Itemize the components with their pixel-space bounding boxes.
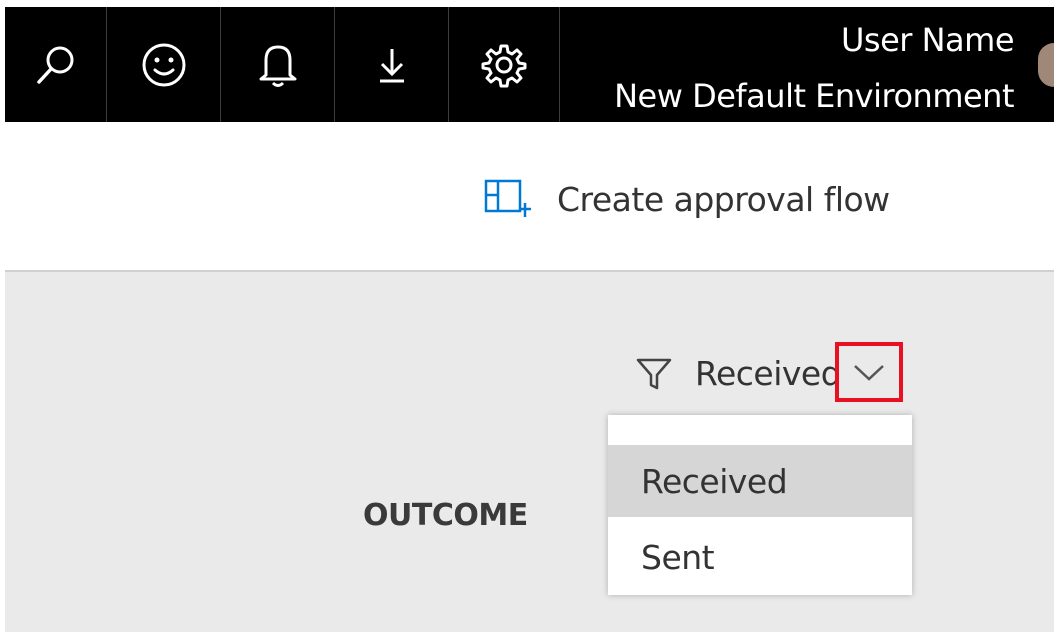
- dropdown-option-sent[interactable]: Sent: [608, 521, 912, 593]
- command-bar: Create approval flow: [5, 122, 1054, 270]
- create-approval-flow-button[interactable]: Create approval flow: [483, 178, 890, 220]
- search-icon: [36, 46, 73, 84]
- dropdown-option-received[interactable]: Received: [608, 445, 912, 517]
- create-flow-icon: [484, 179, 531, 217]
- filter-control[interactable]: Received: [635, 354, 842, 393]
- user-name: User Name: [840, 21, 1015, 59]
- notifications-button[interactable]: [221, 7, 334, 122]
- smiley-icon: [142, 43, 185, 86]
- approvals-content: Received OUTCOME Received Sent: [5, 270, 1054, 632]
- search-button[interactable]: [5, 7, 106, 122]
- filter-icon: [636, 358, 672, 389]
- environment-name: New Default Environment: [614, 77, 1014, 115]
- gear-icon: [481, 44, 527, 87]
- filter-dropdown-menu: Received Sent: [608, 415, 912, 595]
- top-navigation-bar: User Name New Default Environment: [5, 7, 1054, 122]
- separator: [559, 7, 560, 122]
- bell-icon: [259, 45, 296, 87]
- create-approval-flow-label: Create approval flow: [557, 179, 890, 219]
- filter-selected-label: Received: [695, 354, 842, 393]
- chevron-down-icon: [854, 365, 884, 381]
- settings-button[interactable]: [449, 7, 559, 122]
- download-icon: [379, 48, 404, 82]
- feedback-button[interactable]: [107, 7, 220, 122]
- avatar[interactable]: [1038, 43, 1054, 87]
- download-button[interactable]: [335, 7, 448, 122]
- outcome-column-header[interactable]: OUTCOME: [363, 498, 528, 533]
- filter-dropdown-toggle[interactable]: [835, 342, 903, 402]
